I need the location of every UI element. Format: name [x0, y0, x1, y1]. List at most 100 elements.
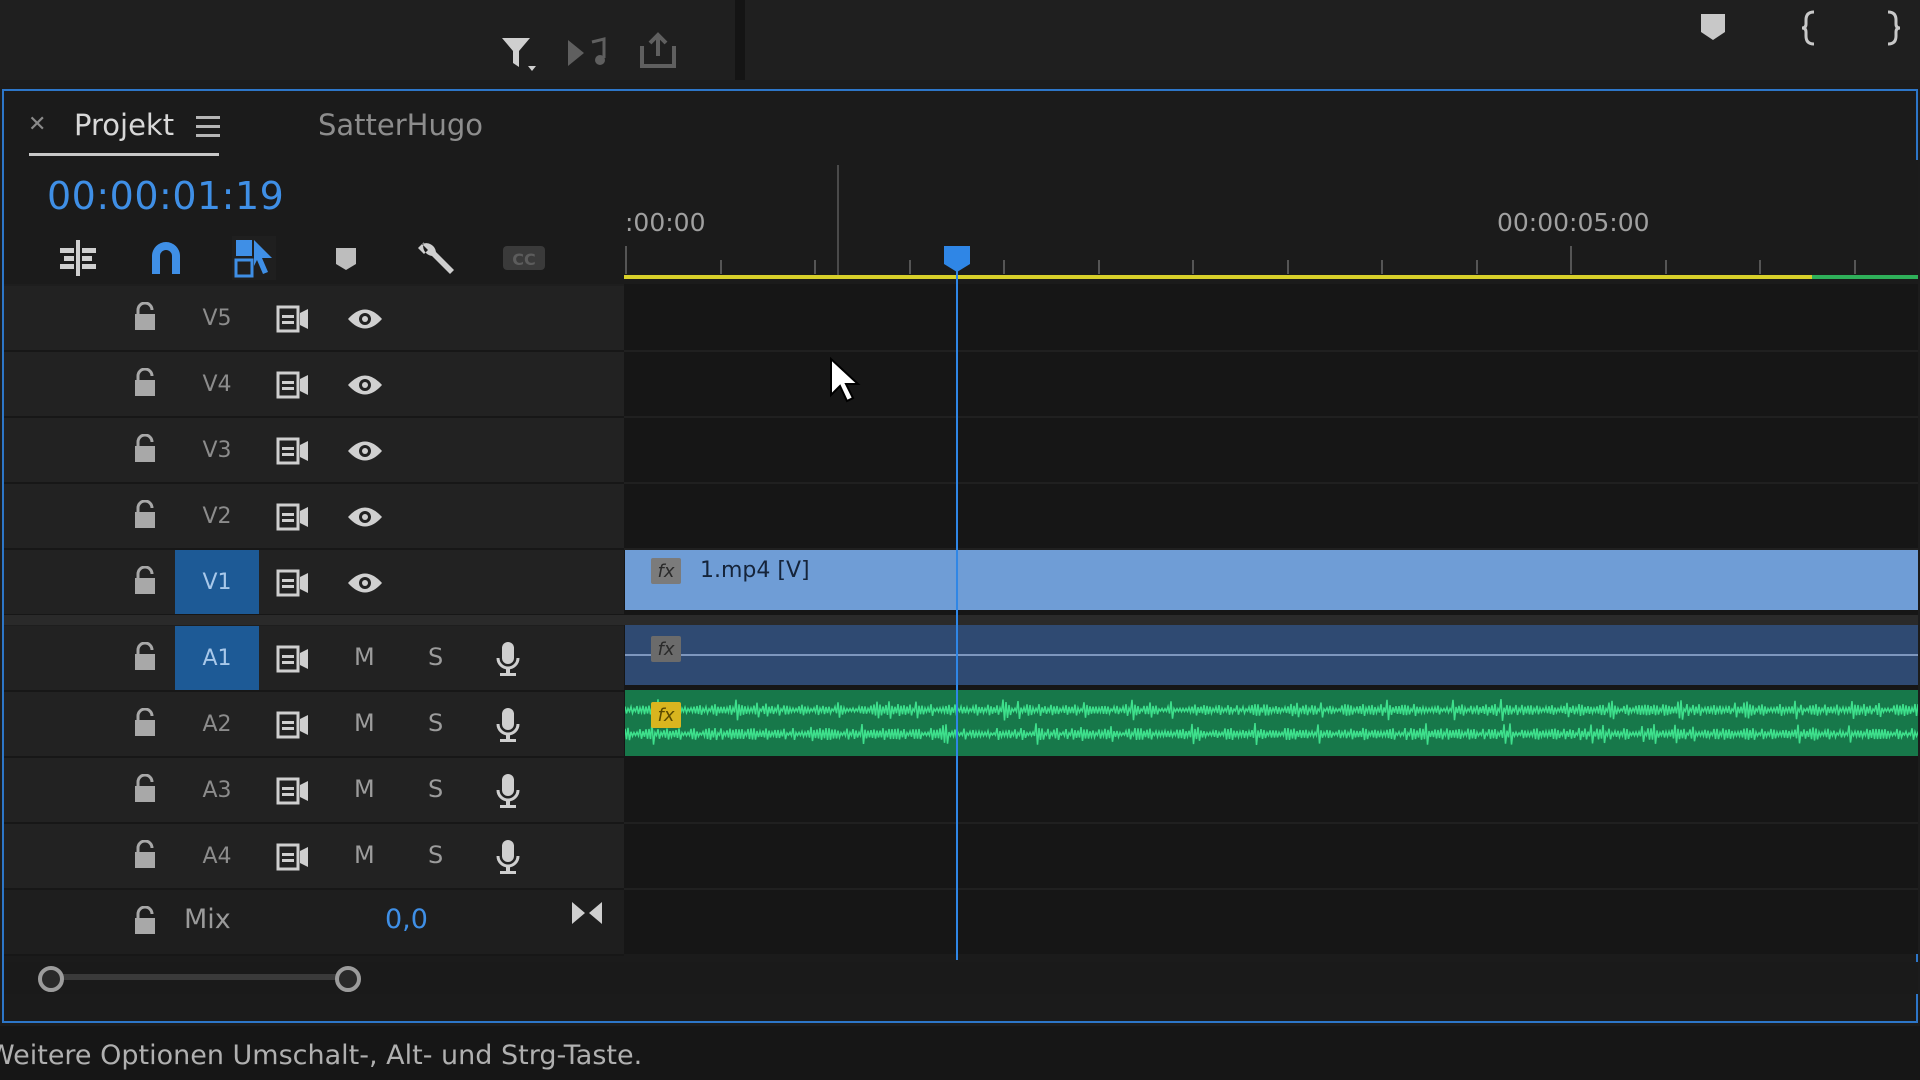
- toggle-sync-icon[interactable]: [276, 843, 310, 871]
- marker-icon[interactable]: [1699, 12, 1727, 42]
- track-name[interactable]: V5: [175, 286, 259, 350]
- solo-button[interactable]: S: [428, 841, 443, 869]
- insert-nested-icon[interactable]: [56, 236, 100, 280]
- clip-name: 1.mp4 [V]: [700, 558, 810, 583]
- track-header-mix[interactable]: Mix 0,0: [4, 890, 624, 956]
- lock-icon[interactable]: [132, 906, 158, 936]
- solo-button[interactable]: S: [428, 775, 443, 803]
- zoom-handle-right[interactable]: [335, 966, 361, 992]
- ruler-tick: [625, 246, 627, 274]
- filter-icon[interactable]: [498, 34, 538, 74]
- mute-button[interactable]: M: [354, 775, 375, 803]
- microphone-record-icon[interactable]: [494, 706, 522, 744]
- lock-icon[interactable]: [132, 708, 158, 738]
- lock-icon[interactable]: [132, 642, 158, 672]
- track-header-v3[interactable]: V3: [4, 418, 624, 484]
- audio-clip-a2[interactable]: [625, 690, 1918, 756]
- track-name[interactable]: V2: [175, 484, 259, 548]
- lock-icon[interactable]: [132, 302, 158, 332]
- lock-icon[interactable]: [132, 368, 158, 398]
- mark-in-icon[interactable]: [1800, 10, 1818, 46]
- go-to-edit-point-icon[interactable]: [570, 900, 604, 926]
- track-header-v1[interactable]: V1: [4, 550, 624, 616]
- ruler-tick: [1570, 246, 1572, 274]
- tab-satterhugo[interactable]: SatterHugo: [318, 108, 483, 142]
- mark-out-icon[interactable]: [1884, 10, 1902, 46]
- add-marker-icon[interactable]: [334, 236, 378, 280]
- fx-badge-icon[interactable]: fx: [651, 558, 681, 584]
- track-name[interactable]: V4: [175, 352, 259, 416]
- eye-visibility-icon[interactable]: [346, 306, 384, 332]
- solo-button[interactable]: S: [428, 709, 443, 737]
- mute-button[interactable]: M: [354, 709, 375, 737]
- ruler-tick: [1097, 260, 1100, 274]
- insert-audio-icon[interactable]: [566, 36, 608, 70]
- zoom-handle-left[interactable]: [38, 966, 64, 992]
- close-tab-icon[interactable]: ✕: [28, 112, 46, 137]
- lock-icon[interactable]: [132, 566, 158, 596]
- toggle-sync-icon[interactable]: [276, 711, 310, 739]
- captions-cc-icon[interactable]: CC: [500, 236, 545, 280]
- toggle-sync-icon[interactable]: [276, 645, 310, 673]
- ruler-label-start: :00:00: [625, 208, 706, 237]
- ruler-tick: [814, 260, 816, 274]
- tab-projekt[interactable]: Projekt: [74, 108, 174, 142]
- ruler-tick: [1003, 260, 1005, 274]
- toggle-sync-icon[interactable]: [276, 305, 310, 333]
- playhead-handle[interactable]: [942, 244, 972, 274]
- solo-button[interactable]: S: [428, 643, 443, 671]
- mix-volume-value[interactable]: 0,0: [385, 904, 428, 935]
- toggle-sync-icon[interactable]: [276, 371, 310, 399]
- eye-visibility-icon[interactable]: [346, 570, 384, 596]
- mouse-cursor-icon: [829, 357, 861, 405]
- track-name[interactable]: A4: [175, 824, 259, 888]
- fx-badge-icon[interactable]: fx: [651, 636, 681, 662]
- track-header-a4[interactable]: A4 M S: [4, 824, 624, 890]
- playhead-line[interactable]: [956, 250, 958, 960]
- fx-badge-icon[interactable]: fx: [651, 702, 681, 728]
- ruler-tick: [1286, 260, 1289, 274]
- snap-magnet-icon[interactable]: [144, 236, 188, 280]
- ruler-tick: [719, 260, 722, 274]
- panel-menu-icon[interactable]: [196, 116, 220, 143]
- track-name-targeted[interactable]: V1: [175, 550, 259, 614]
- track-header-a2[interactable]: A2 M S: [4, 692, 624, 758]
- pane-divider[interactable]: [735, 0, 745, 80]
- eye-visibility-icon[interactable]: [346, 504, 384, 530]
- track-name[interactable]: A3: [175, 758, 259, 822]
- zoom-scroll-track[interactable]: [48, 974, 348, 980]
- track-header-v2[interactable]: V2: [4, 484, 624, 550]
- track-name[interactable]: A2: [175, 692, 259, 756]
- eye-visibility-icon[interactable]: [346, 438, 384, 464]
- export-icon[interactable]: [638, 32, 678, 70]
- track-header-a1[interactable]: A1 M S: [4, 626, 624, 692]
- time-ruler[interactable]: [624, 160, 1918, 284]
- mute-button[interactable]: M: [354, 841, 375, 869]
- microphone-record-icon[interactable]: [494, 772, 522, 810]
- track-header-v5[interactable]: V5: [4, 286, 624, 352]
- toggle-sync-icon[interactable]: [276, 437, 310, 465]
- video-clip-v1[interactable]: [625, 550, 1918, 610]
- toggle-sync-icon[interactable]: [276, 503, 310, 531]
- lock-icon[interactable]: [132, 840, 158, 870]
- lock-icon[interactable]: [132, 774, 158, 804]
- playhead-timecode[interactable]: 00:00:01:19: [47, 174, 284, 218]
- work-area-bar[interactable]: [624, 275, 1812, 279]
- eye-visibility-icon[interactable]: [346, 372, 384, 398]
- toggle-sync-icon[interactable]: [276, 569, 310, 597]
- track-header-v4[interactable]: V4: [4, 352, 624, 418]
- lock-icon[interactable]: [132, 500, 158, 530]
- microphone-record-icon[interactable]: [494, 838, 522, 876]
- mute-button[interactable]: M: [354, 643, 375, 671]
- lock-icon[interactable]: [132, 434, 158, 464]
- row-separator: [624, 350, 1918, 352]
- track-name-targeted[interactable]: A1: [175, 626, 259, 690]
- track-name[interactable]: V3: [175, 418, 259, 482]
- video-audio-divider[interactable]: [4, 615, 1918, 625]
- track-header-a3[interactable]: A3 M S: [4, 758, 624, 824]
- audio-volume-line[interactable]: [625, 654, 1918, 656]
- wrench-settings-icon[interactable]: [414, 236, 458, 280]
- microphone-record-icon[interactable]: [494, 640, 522, 678]
- toggle-sync-icon[interactable]: [276, 777, 310, 805]
- linked-selection-icon[interactable]: [232, 236, 276, 280]
